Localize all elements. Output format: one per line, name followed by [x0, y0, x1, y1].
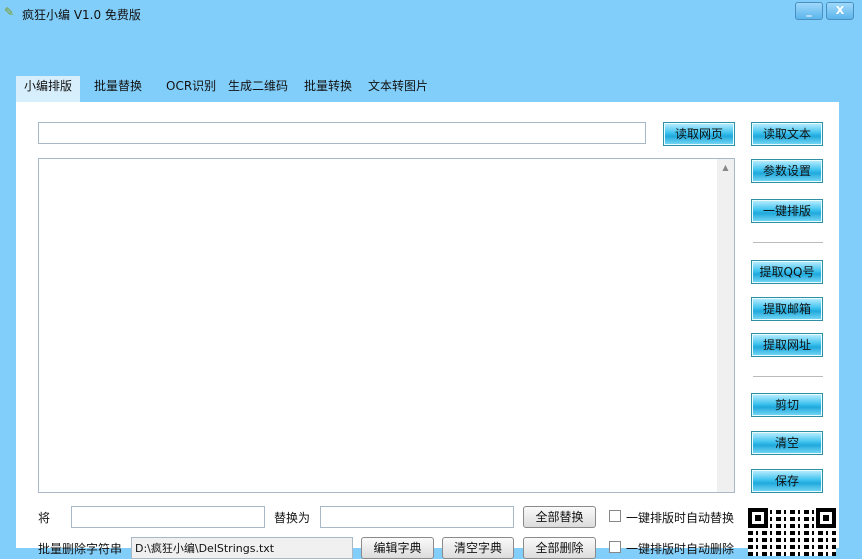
url-input[interactable] — [38, 122, 646, 144]
tab-text-to-image[interactable]: 文本转图片 — [360, 76, 436, 102]
delete-dict-path: D:\疯狂小编\DelStrings.txt — [131, 537, 353, 559]
replace-to-label: 替换为 — [274, 511, 311, 525]
tab-ocr[interactable]: OCR识别 — [158, 76, 224, 102]
window-title: 疯狂小编 V1.0 免费版 — [22, 8, 141, 22]
scrollbar[interactable]: ▲ — [717, 159, 734, 492]
replace-from-input[interactable] — [71, 506, 265, 528]
tab-batch-replace[interactable]: 批量替换 — [86, 76, 150, 102]
divider — [753, 376, 823, 377]
tab-qrcode[interactable]: 生成二维码 — [220, 76, 296, 102]
replace-all-button[interactable]: 全部替换 — [523, 506, 596, 528]
tab-layout[interactable]: 小编排版 — [16, 76, 81, 102]
settings-button[interactable]: 参数设置 — [751, 159, 823, 183]
clear-button[interactable]: 清空 — [751, 431, 823, 455]
replace-to-input[interactable] — [320, 506, 514, 528]
one-key-layout-button[interactable]: 一键排版 — [751, 199, 823, 223]
read-text-button[interactable]: 读取文本 — [751, 122, 823, 146]
delete-all-button[interactable]: 全部删除 — [523, 537, 596, 559]
extract-qq-button[interactable]: 提取QQ号 — [751, 260, 823, 284]
extract-email-button[interactable]: 提取邮箱 — [751, 297, 823, 321]
cut-button[interactable]: 剪切 — [751, 393, 823, 417]
text-editor[interactable] — [38, 158, 735, 493]
save-button[interactable]: 保存 — [751, 469, 823, 493]
tab-batch-convert[interactable]: 批量转换 — [296, 76, 360, 102]
clear-dict-button[interactable]: 清空字典 — [442, 537, 514, 559]
delete-strings-label: 批量删除字符串 — [38, 542, 123, 556]
auto-replace-checkbox[interactable] — [609, 510, 621, 522]
auto-delete-checkbox[interactable] — [609, 541, 621, 553]
replace-from-label: 将 — [38, 511, 51, 525]
divider — [753, 242, 823, 243]
qr-code-image — [748, 508, 836, 556]
pencil-icon: ✎ — [4, 5, 15, 19]
edit-dict-button[interactable]: 编辑字典 — [361, 537, 434, 559]
auto-replace-label: 一键排版时自动替换 — [626, 511, 735, 525]
minimize-button[interactable]: _ — [795, 2, 823, 20]
extract-url-button[interactable]: 提取网址 — [751, 333, 823, 357]
close-button[interactable]: X — [826, 2, 854, 20]
read-web-button[interactable]: 读取网页 — [663, 122, 735, 146]
auto-delete-label: 一键排版时自动删除 — [626, 542, 735, 556]
scroll-up-icon[interactable]: ▲ — [717, 163, 734, 172]
